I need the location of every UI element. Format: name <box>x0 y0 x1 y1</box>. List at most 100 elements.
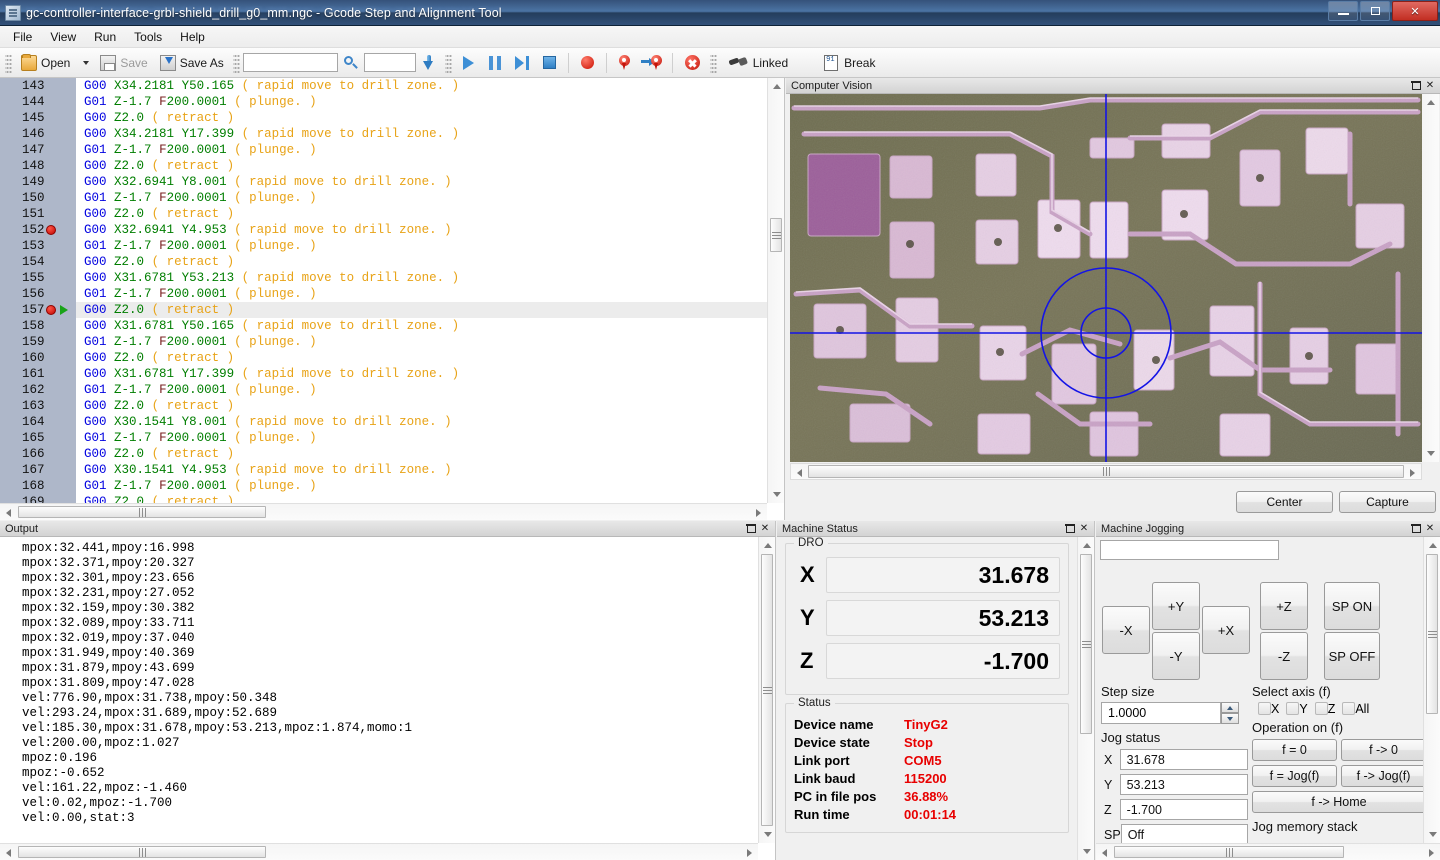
toolbar-grip[interactable] <box>5 52 12 73</box>
cv-scroll-up-button[interactable] <box>1422 94 1439 111</box>
step-size-increment[interactable] <box>1221 702 1239 713</box>
ms-scroll-up-button[interactable] <box>1078 537 1094 554</box>
jog-minus-x-button[interactable]: -X <box>1102 606 1150 654</box>
break-button[interactable]: Break <box>815 51 884 75</box>
find-input[interactable] <box>242 53 338 72</box>
gcode-line[interactable]: 151 G00 Z2.0 ( retract ) <box>0 206 767 222</box>
menu-tools[interactable]: Tools <box>125 27 171 47</box>
gcode-line[interactable]: 146 G00 X34.2181 Y17.399 ( rapid move to … <box>0 126 767 142</box>
jog-axis-value[interactable]: -1.700 <box>1119 799 1248 820</box>
stop-button[interactable] <box>536 51 563 75</box>
spindle-off-button[interactable]: SP OFF <box>1324 632 1380 680</box>
editor-scroll-up-button[interactable] <box>768 78 785 95</box>
cv-float-button[interactable] <box>1409 79 1423 92</box>
menu-file[interactable]: File <box>4 27 41 47</box>
op-f-to-zero-button[interactable]: f -> 0 <box>1341 739 1423 761</box>
editor-hscroll-thumb[interactable] <box>18 506 266 518</box>
gcode-line[interactable]: 166 G00 Z2.0 ( retract ) <box>0 446 767 462</box>
axis-checkbox-y[interactable]: Y <box>1286 702 1308 716</box>
goto-line-input[interactable] <box>363 53 416 72</box>
jog-plus-z-button[interactable]: +Z <box>1260 582 1308 630</box>
mj-vscroll-thumb[interactable] <box>1426 554 1438 714</box>
op-f-to-jog-button[interactable]: f -> Jog(f) <box>1341 765 1423 787</box>
jog-minus-y-button[interactable]: -Y <box>1152 632 1200 680</box>
cv-scroll-right-button[interactable] <box>1404 464 1421 481</box>
gcode-line[interactable]: 160 G00 Z2.0 ( retract ) <box>0 350 767 366</box>
output-log[interactable]: mpox:32.441,mpoy:16.998 mpox:32.371,mpoy:… <box>0 537 775 860</box>
mj-float-button[interactable] <box>1409 522 1423 535</box>
checkbox-box[interactable] <box>1314 702 1328 715</box>
gcode-line[interactable]: 144 G01 Z-1.7 F200.0001 ( plunge. ) <box>0 94 767 110</box>
menu-run[interactable]: Run <box>85 27 125 47</box>
save-as-button[interactable]: Save As <box>154 51 230 75</box>
step-button[interactable] <box>508 51 536 75</box>
output-scroll-right-button[interactable] <box>741 844 758 860</box>
ms-float-button[interactable] <box>1063 522 1077 535</box>
jog-axis-value[interactable]: 31.678 <box>1119 749 1248 770</box>
output-hscroll-thumb[interactable] <box>18 846 266 858</box>
output-vertical-scrollbar[interactable] <box>758 537 775 843</box>
mj-scroll-down-button[interactable] <box>1424 826 1440 843</box>
axis-checkbox-x[interactable]: X <box>1258 702 1279 716</box>
jog-minus-z-button[interactable]: -Z <box>1260 632 1308 680</box>
jog-plus-y-button[interactable]: +Y <box>1152 582 1200 630</box>
goto-marker-button[interactable] <box>637 51 667 75</box>
mj-horizontal-scrollbar[interactable] <box>1096 843 1440 860</box>
op-f-equals-jog-button[interactable]: f = Jog(f) <box>1252 765 1337 787</box>
gcode-line[interactable]: 159 G01 Z-1.7 F200.0001 ( plunge. ) <box>0 334 767 350</box>
gcode-line[interactable]: 150 G01 Z-1.7 F200.0001 ( plunge. ) <box>0 190 767 206</box>
pause-button[interactable] <box>482 51 508 75</box>
open-dropdown-button[interactable] <box>76 51 94 75</box>
center-button[interactable]: Center <box>1236 491 1333 513</box>
editor-vscroll-thumb[interactable] <box>770 218 782 252</box>
menu-help[interactable]: Help <box>171 27 214 47</box>
breakpoint-marker[interactable] <box>46 225 56 235</box>
gcode-line[interactable]: 162 G01 Z-1.7 F200.0001 ( plunge. ) <box>0 382 767 398</box>
output-scroll-up-button[interactable] <box>759 537 775 554</box>
cv-vertical-scrollbar[interactable] <box>1422 94 1439 462</box>
editor-horizontal-scrollbar[interactable] <box>0 503 767 520</box>
step-size-decrement[interactable] <box>1221 713 1239 724</box>
output-scroll-down-button[interactable] <box>759 826 775 843</box>
gcode-line[interactable]: 163 G00 Z2.0 ( retract ) <box>0 398 767 414</box>
output-close-button[interactable]: ✕ <box>758 522 772 535</box>
spindle-on-button[interactable]: SP ON <box>1324 582 1380 630</box>
gcode-line[interactable]: 164 G00 X30.1541 Y8.001 ( rapid move to d… <box>0 414 767 430</box>
goto-line-button[interactable] <box>416 51 442 75</box>
toolbar-grip-2[interactable] <box>232 52 240 73</box>
close-button[interactable]: ✕ <box>1392 1 1438 21</box>
gcode-line[interactable]: 148 G00 Z2.0 ( retract ) <box>0 158 767 174</box>
gcode-line[interactable]: 153 G01 Z-1.7 F200.0001 ( plunge. ) <box>0 238 767 254</box>
open-button[interactable]: Open <box>15 51 76 75</box>
gcode-editor-viewport[interactable]: 143 G00 X34.2181 Y50.165 ( rapid move to … <box>0 78 767 520</box>
gcode-line[interactable]: 147 G01 Z-1.7 F200.0001 ( plunge. ) <box>0 142 767 158</box>
step-size-stepper[interactable] <box>1221 702 1239 724</box>
op-f-equals-zero-button[interactable]: f = 0 <box>1252 739 1337 761</box>
mj-hscroll-thumb[interactable] <box>1114 846 1344 858</box>
editor-scroll-left-button[interactable] <box>0 504 17 521</box>
checkbox-box[interactable] <box>1286 702 1300 715</box>
set-marker-button[interactable] <box>612 51 637 75</box>
ms-scroll-down-button[interactable] <box>1078 843 1094 860</box>
gcode-line[interactable]: 145 G00 Z2.0 ( retract ) <box>0 110 767 126</box>
toolbar-grip-3[interactable] <box>444 52 452 73</box>
cv-horizontal-scrollbar[interactable] <box>790 463 1422 480</box>
camera-view[interactable] <box>790 94 1422 462</box>
jog-axis-value[interactable]: 53.213 <box>1119 774 1248 795</box>
gcode-line[interactable]: 165 G01 Z-1.7 F200.0001 ( plunge. ) <box>0 430 767 446</box>
gcode-line[interactable]: 155 G00 X31.6781 Y53.213 ( rapid move to … <box>0 270 767 286</box>
output-scroll-left-button[interactable] <box>0 844 17 860</box>
ms-close-button[interactable]: ✕ <box>1077 522 1091 535</box>
gcode-line[interactable]: 157 G00 Z2.0 ( retract ) <box>0 302 767 318</box>
output-horizontal-scrollbar[interactable] <box>0 843 758 860</box>
checkbox-box[interactable] <box>1258 702 1271 715</box>
jog-plus-x-button[interactable]: +X <box>1202 606 1250 654</box>
mj-scroll-left-button[interactable] <box>1096 844 1113 860</box>
step-size-input[interactable]: 1.0000 <box>1101 702 1221 724</box>
capture-button[interactable]: Capture <box>1339 491 1436 513</box>
checkbox-box[interactable] <box>1342 702 1356 715</box>
cv-scroll-left-button[interactable] <box>791 464 808 481</box>
cv-scroll-down-button[interactable] <box>1422 445 1439 462</box>
mj-vertical-scrollbar[interactable] <box>1423 537 1440 843</box>
gcode-line[interactable]: 152 G00 X32.6941 Y4.953 ( rapid move to d… <box>0 222 767 238</box>
